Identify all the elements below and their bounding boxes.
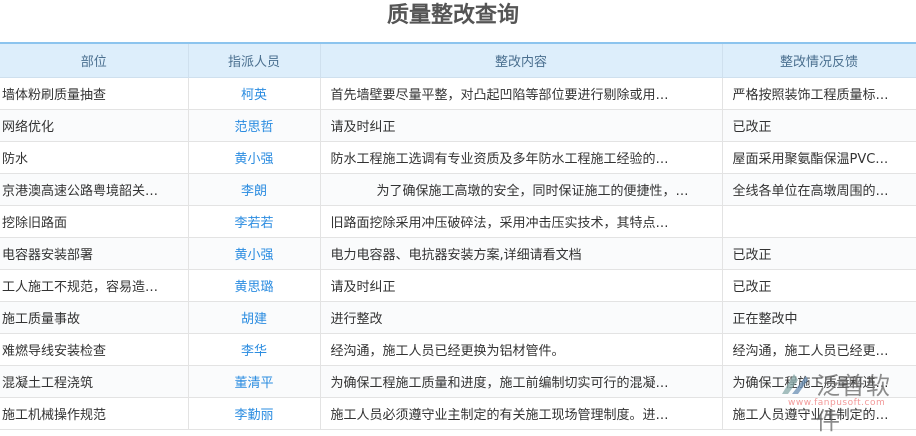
column-header-content[interactable]: 整改内容 [320,42,723,78]
table-row[interactable]: 施工机械操作规范 李勤丽 施工人员必须遵守业主制定的有关施工现场管理制度。进… 施工人… [0,397,916,430]
cell-part: 施工质量事故 [0,301,189,334]
cell-feedback: 施工人员遵守业主制定的… [722,397,916,430]
cell-content: 请及时纠正 [320,109,723,142]
table-row[interactable]: 混凝土工程浇筑 董清平 为确保工程施工质量和进度，施工前编制切实可行的混凝… 为确保工… [0,365,916,398]
cell-person-link[interactable]: 黄小强 [188,141,321,174]
cell-part: 防水 [0,141,189,174]
cell-feedback: 经沟通，施工人员已经更… [722,333,916,366]
cell-feedback: 正在整改中 [722,301,916,334]
cell-part: 混凝土工程浇筑 [0,365,189,398]
cell-feedback: 全线各单位在高墩周围的… [722,173,916,206]
cell-person-link[interactable]: 黄小强 [188,237,321,270]
column-header-part[interactable]: 部位 [0,42,189,78]
table-row[interactable]: 施工质量事故 胡建 进行整改 正在整改中 [0,301,916,334]
cell-part: 电容器安装部署 [0,237,189,270]
cell-content: 旧路面挖除采用冲压破碎法，采用冲击压实技术，其特点… [320,205,723,238]
cell-person-link[interactable]: 董清平 [188,365,321,398]
cell-content: 进行整改 [320,301,723,334]
cell-content: 为了确保施工高墩的安全，同时保证施工的便捷性，… [320,173,723,206]
table-header: 部位 指派人员 整改内容 整改情况反馈 [0,42,916,78]
cell-content: 防水工程施工选调有专业资质及多年防水工程施工经验的… [320,141,723,174]
cell-feedback: 已改正 [722,109,916,142]
cell-part: 京港澳高速公路粤境韶关… [0,173,189,206]
cell-feedback: 已改正 [722,237,916,270]
cell-person-link[interactable]: 范思哲 [188,109,321,142]
table-row[interactable]: 京港澳高速公路粤境韶关… 李朗 为了确保施工高墩的安全，同时保证施工的便捷性，… 全线… [0,173,916,206]
page-title: 质量整改查询 [386,3,519,28]
cell-part: 工人施工不规范，容易造… [0,269,189,302]
cell-part: 网络优化 [0,109,189,142]
cell-content: 首先墙壁要尽量平整，对凸起凹陷等部位要进行剔除或用… [320,77,723,110]
column-header-person[interactable]: 指派人员 [188,42,321,78]
cell-feedback: 为确保工程施工质量和进… [722,365,916,398]
column-header-feedback[interactable]: 整改情况反馈 [722,42,916,78]
cell-content: 为确保工程施工质量和进度，施工前编制切实可行的混凝… [320,365,723,398]
cell-person-link[interactable]: 李勤丽 [188,397,321,430]
cell-feedback: 屋面采用聚氨酯保温PVC… [722,141,916,174]
cell-person-link[interactable]: 李朗 [188,173,321,206]
cell-person-link[interactable]: 李华 [188,333,321,366]
table-row[interactable]: 网络优化 范思哲 请及时纠正 已改正 [0,109,916,142]
table-row[interactable]: 墙体粉刷质量抽查 柯英 首先墙壁要尽量平整，对凸起凹陷等部位要进行剔除或用… 严格按照… [0,77,916,110]
cell-person-link[interactable]: 黄思璐 [188,269,321,302]
cell-part: 施工机械操作规范 [0,397,189,430]
table-row[interactable]: 挖除旧路面 李若若 旧路面挖除采用冲压破碎法，采用冲击压实技术，其特点… [0,205,916,238]
table-row[interactable]: 难燃导线安装检查 李华 经沟通，施工人员已经更换为铝材管件。 经沟通，施工人员已经更… [0,333,916,366]
cell-feedback: 严格按照装饰工程质量标… [722,77,916,110]
cell-feedback: 已改正 [722,269,916,302]
cell-part: 挖除旧路面 [0,205,189,238]
table-row[interactable]: 工人施工不规范，容易造… 黄思璐 请及时纠正 已改正 [0,269,916,302]
table-row[interactable]: 电容器安装部署 黄小强 电力电容器、电抗器安装方案,详细请看文档 已改正 [0,237,916,270]
cell-content: 经沟通，施工人员已经更换为铝材管件。 [320,333,723,366]
cell-person-link[interactable]: 李若若 [188,205,321,238]
cell-person-link[interactable]: 柯英 [188,77,321,110]
table-row[interactable]: 防水 黄小强 防水工程施工选调有专业资质及多年防水工程施工经验的… 屋面采用聚氨酯保温… [0,141,916,174]
rectification-table: 部位 指派人员 整改内容 整改情况反馈 墙体粉刷质量抽查 柯英 首先墙壁要尽量平整，… [0,42,916,430]
cell-feedback [722,205,916,238]
cell-part: 难燃导线安装检查 [0,333,189,366]
cell-content: 电力电容器、电抗器安装方案,详细请看文档 [320,237,723,270]
cell-content: 施工人员必须遵守业主制定的有关施工现场管理制度。进… [320,397,723,430]
cell-person-link[interactable]: 胡建 [188,301,321,334]
cell-content: 请及时纠正 [320,269,723,302]
cell-part: 墙体粉刷质量抽查 [0,77,189,110]
